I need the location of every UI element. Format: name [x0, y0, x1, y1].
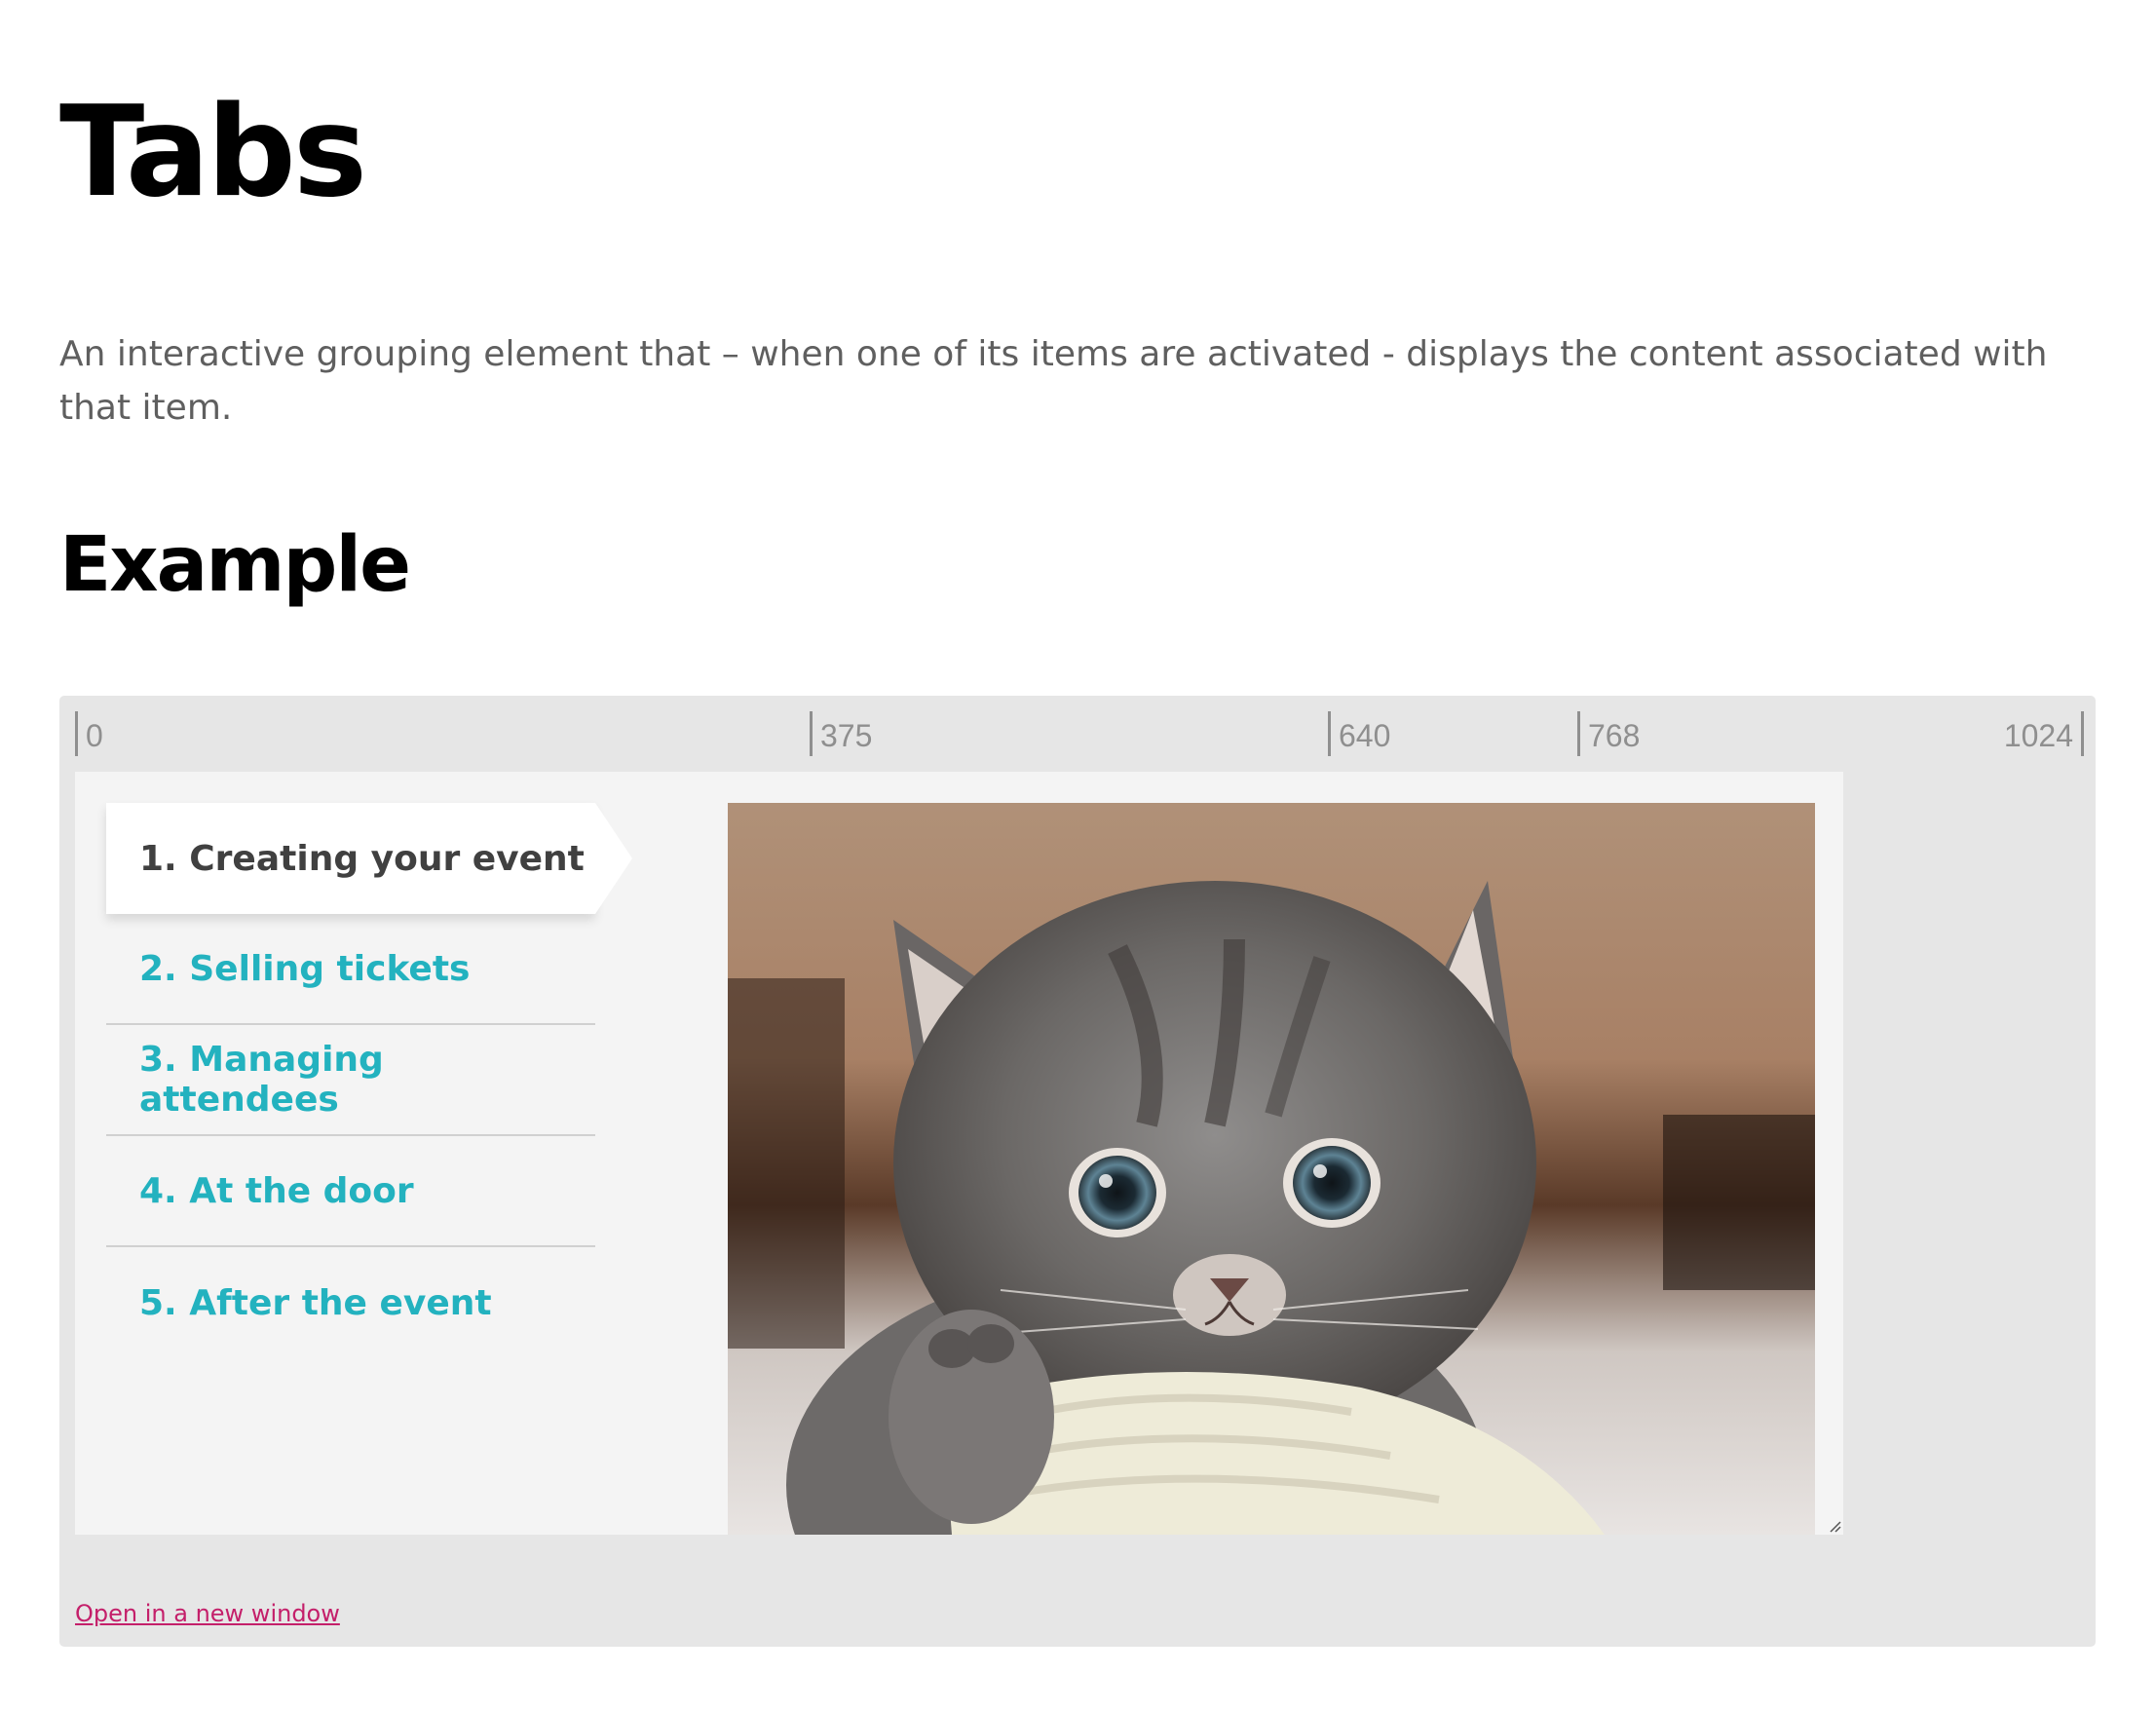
- tab-label: 1. Creating your event: [139, 838, 585, 879]
- resize-grip-icon[interactable]: [1828, 1519, 1841, 1533]
- tab-panel: [728, 803, 1815, 1535]
- open-in-new-window-link[interactable]: Open in a new window: [75, 1600, 340, 1627]
- ruler-tick-375[interactable]: 375: [810, 711, 872, 756]
- tab-label: 5. After the event: [139, 1282, 492, 1323]
- tab-label: 4. At the door: [139, 1170, 414, 1211]
- kitten-image: [728, 803, 1815, 1535]
- example-frame: 0 375 640 768 1024 1. Creating your even…: [59, 696, 2096, 1647]
- tab-list: 1. Creating your event 2. Selling ticket…: [106, 803, 632, 1358]
- section-heading: Example: [59, 521, 411, 609]
- ruler-tick-640[interactable]: 640: [1328, 711, 1390, 756]
- example-viewport: 1. Creating your event 2. Selling ticket…: [75, 772, 1843, 1535]
- tab-creating-your-event[interactable]: 1. Creating your event: [106, 803, 632, 914]
- tab-label: 3. Managing attendees: [139, 1040, 384, 1120]
- tab-managing-attendees[interactable]: 3. Managing attendees: [106, 1025, 595, 1136]
- tab-selling-tickets[interactable]: 2. Selling tickets: [106, 914, 595, 1025]
- ruler-tick-768[interactable]: 768: [1577, 711, 1640, 756]
- page-description: An interactive grouping element that – w…: [59, 334, 2048, 428]
- tab-at-the-door[interactable]: 4. At the door: [106, 1136, 595, 1247]
- page-title: Tabs: [59, 80, 367, 225]
- ruler-tick-0[interactable]: 0: [75, 711, 103, 756]
- tab-after-the-event[interactable]: 5. After the event: [106, 1247, 595, 1358]
- tab-label: 2. Selling tickets: [139, 948, 471, 989]
- ruler-tick-1024[interactable]: 1024: [2004, 711, 2084, 756]
